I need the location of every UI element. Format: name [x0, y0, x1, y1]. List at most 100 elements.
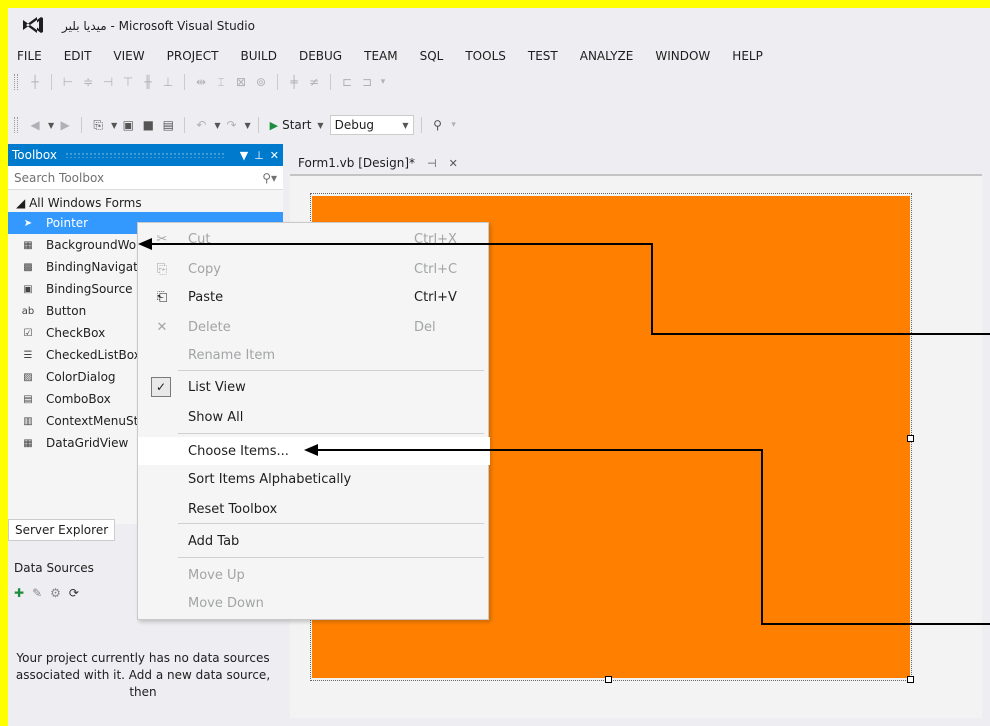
- context-menu-item-rename-item[interactable]: Rename Item: [138, 341, 490, 369]
- save-icon[interactable]: ■: [139, 116, 157, 134]
- resize-handle-corner[interactable]: [907, 676, 914, 683]
- toolbar-separator: [81, 117, 83, 133]
- start-label: Start: [282, 118, 312, 132]
- navigate-back-icon[interactable]: ◀: [26, 116, 44, 134]
- center-horizontally-icon[interactable]: ⊏: [338, 73, 356, 91]
- context-menu-label: Cut: [188, 231, 211, 247]
- configure-dataset-icon[interactable]: ⚙: [50, 586, 61, 600]
- context-menu-label: Delete: [188, 319, 231, 335]
- toolbox-context-menu: ✂ Cut Ctrl+X ⎘ Copy Ctrl+C ⎗ Paste Ctrl+V ✕ Delete…: [137, 222, 490, 620]
- resize-handle-bottom[interactable]: [605, 676, 612, 683]
- chevron-down-icon[interactable]: ▼: [48, 121, 54, 130]
- align-tops-icon[interactable]: ⊤: [119, 73, 137, 91]
- pin-icon[interactable]: ⊥: [254, 149, 264, 162]
- menu-help[interactable]: HELP: [721, 46, 774, 66]
- chevron-down-icon[interactable]: ▼: [214, 121, 220, 130]
- search-icon[interactable]: ⚲▾: [262, 171, 277, 185]
- context-menu-item-move-up[interactable]: Move Up: [138, 561, 490, 589]
- align-middles-icon[interactable]: ╫: [139, 73, 157, 91]
- menu-project[interactable]: PROJECT: [156, 46, 230, 66]
- toolbox-item-label: CheckedListBox: [46, 348, 141, 362]
- toolbox-item-label: BindingSource: [46, 282, 133, 296]
- configuration-value: Debug: [334, 118, 375, 132]
- context-menu-item-reset-toolbox[interactable]: Reset Toolbox: [138, 495, 490, 523]
- context-menu-item-show-all[interactable]: Show All: [138, 403, 490, 431]
- make-same-size-icon[interactable]: ⊚: [252, 73, 270, 91]
- toolbar-grip[interactable]: [14, 117, 18, 133]
- menu-window[interactable]: WINDOW: [644, 46, 721, 66]
- new-project-icon[interactable]: ⎘: [89, 116, 107, 134]
- binding-navigator-icon: ▩: [23, 261, 33, 273]
- context-menu-label: Move Down: [188, 595, 264, 611]
- menu-test[interactable]: TEST: [517, 46, 569, 66]
- context-menu-item-sort-items-alphabetically[interactable]: Sort Items Alphabetically: [138, 465, 490, 493]
- tab-server-explorer[interactable]: Server Explorer: [8, 519, 116, 541]
- menu-tools[interactable]: TOOLS: [454, 46, 517, 66]
- context-menu-item-copy[interactable]: ⎘ Copy Ctrl+C: [138, 255, 490, 283]
- menu-build[interactable]: BUILD: [229, 46, 287, 66]
- menu-analyze[interactable]: ANALYZE: [569, 46, 645, 66]
- solution-configuration-select[interactable]: Debug ▼: [329, 115, 414, 135]
- start-button[interactable]: ▶ Start ▼: [266, 118, 328, 132]
- context-menu-item-move-down[interactable]: Move Down: [138, 589, 490, 617]
- chevron-down-icon[interactable]: ▼: [111, 121, 117, 130]
- redo-icon[interactable]: ↷: [222, 116, 240, 134]
- toolbar-overflow-icon[interactable]: ▾: [378, 73, 388, 91]
- toolbar-overflow-icon[interactable]: ▾: [449, 116, 459, 134]
- navigate-forward-icon[interactable]: ▶: [56, 116, 74, 134]
- toolbox-header[interactable]: Toolbox ▼ ⊥ ✕: [8, 144, 283, 166]
- close-icon[interactable]: ✕: [449, 157, 458, 170]
- chevron-down-icon: ▼: [402, 120, 409, 130]
- pin-icon[interactable]: ⊣: [427, 157, 437, 170]
- combo-box-icon: ▤: [23, 393, 33, 405]
- toolbox-item-label: ComboBox: [46, 392, 111, 406]
- align-lefts-icon[interactable]: ⊢: [59, 73, 77, 91]
- close-icon[interactable]: ✕: [270, 149, 279, 162]
- align-rights-icon[interactable]: ⊣: [99, 73, 117, 91]
- context-menu-label: Reset Toolbox: [188, 501, 278, 517]
- make-same-width-icon[interactable]: ⇹: [192, 73, 210, 91]
- context-menu-item-add-tab[interactable]: Add Tab: [138, 527, 490, 555]
- save-all-icon[interactable]: ▤: [159, 116, 177, 134]
- chevron-down-icon[interactable]: ▼: [317, 121, 323, 130]
- color-dialog-icon: ▨: [23, 371, 33, 383]
- menu-sql[interactable]: SQL: [409, 46, 455, 66]
- add-data-source-icon[interactable]: ✚: [14, 586, 24, 600]
- toolbox-group-header[interactable]: ◢ All Windows Forms: [8, 190, 283, 212]
- context-menu-item-list-view[interactable]: ✓ List View: [138, 373, 490, 401]
- menu-view[interactable]: VIEW: [102, 46, 155, 66]
- refresh-icon[interactable]: ⟳: [69, 586, 79, 600]
- open-file-icon[interactable]: ▣: [119, 116, 137, 134]
- align-centers-icon[interactable]: ≑: [79, 73, 97, 91]
- edit-dataset-icon[interactable]: ✎: [32, 586, 42, 600]
- menu-debug[interactable]: DEBUG: [288, 46, 353, 66]
- context-menu-item-delete[interactable]: ✕ Delete Del: [138, 313, 490, 341]
- undo-icon[interactable]: ↶: [192, 116, 210, 134]
- chevron-down-icon[interactable]: ▼: [244, 121, 250, 130]
- center-vertically-icon[interactable]: ⊐: [358, 73, 376, 91]
- vertical-spacing-icon[interactable]: ≠: [305, 73, 323, 91]
- find-in-files-icon[interactable]: ⚲: [429, 116, 447, 134]
- toolbar-grip[interactable]: [14, 74, 18, 90]
- resize-handle-right[interactable]: [907, 435, 914, 442]
- context-menu-label: Sort Items Alphabetically: [188, 471, 352, 487]
- horizontal-spacing-icon[interactable]: ╪: [285, 73, 303, 91]
- toolbar-separator: [184, 74, 185, 90]
- data-grid-view-icon: ▦: [23, 437, 33, 449]
- make-same-height-icon[interactable]: ⌶: [212, 73, 230, 91]
- align-bottoms-icon[interactable]: ⊥: [159, 73, 177, 91]
- window-position-menu-icon[interactable]: ▼: [240, 149, 248, 162]
- checkmark-icon: ✓: [151, 377, 171, 397]
- size-to-grid-icon[interactable]: ⊠: [232, 73, 250, 91]
- menu-edit[interactable]: EDIT: [53, 46, 103, 66]
- context-menu-item-cut[interactable]: ✂ Cut Ctrl+X: [138, 225, 490, 253]
- menu-team[interactable]: TEAM: [353, 46, 408, 66]
- menu-file[interactable]: FILE: [8, 46, 53, 66]
- context-menu-item-choose-items[interactable]: Choose Items...: [138, 437, 490, 465]
- align-grid-icon[interactable]: ┼: [26, 73, 44, 91]
- toolbox-search-input[interactable]: Search Toolbox ⚲▾: [8, 166, 283, 190]
- context-menu-item-paste[interactable]: ⎗ Paste Ctrl+V: [138, 283, 490, 311]
- tab-form1-design[interactable]: Form1.vb [Design]* ⊣ ✕: [290, 152, 466, 174]
- data-sources-message: Your project currently has no data sourc…: [15, 651, 271, 699]
- toolbox-group-label: All Windows Forms: [29, 196, 142, 210]
